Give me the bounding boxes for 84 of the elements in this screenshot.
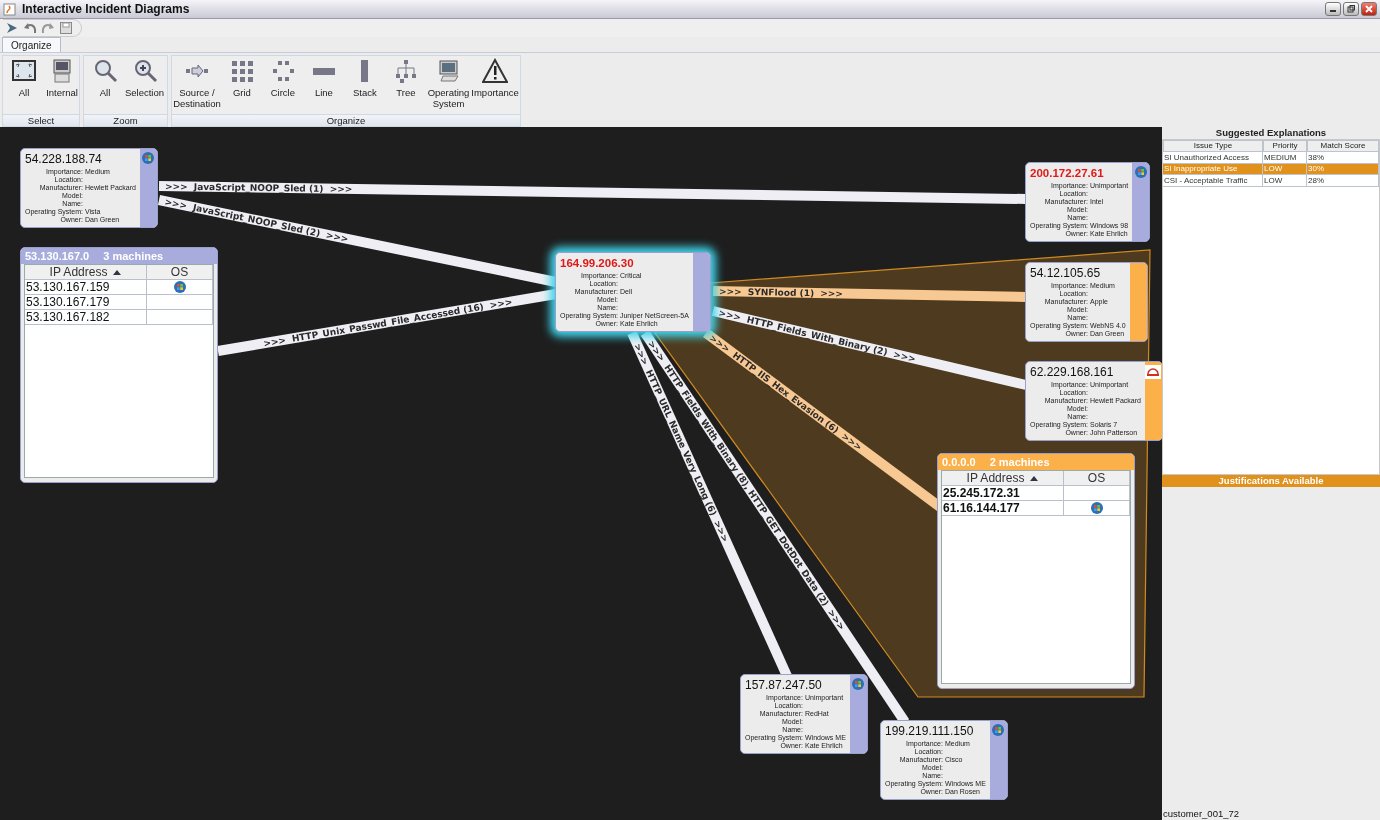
subnet-label: 0.0.0.0 [942, 456, 976, 468]
status-banner: Justifications Available [1162, 475, 1380, 487]
table-cell: 25.245.172.31 [942, 486, 1064, 500]
ribbon-button[interactable]: Line [306, 58, 341, 98]
group-label: Organize [172, 114, 520, 126]
node-title: 62.229.168.161 [1030, 365, 1115, 379]
sort-arrow-icon [113, 269, 122, 275]
ribbon-button[interactable]: All [88, 58, 122, 98]
edge-label: >>> SYNFlood (1) >>> [718, 286, 844, 299]
column-header[interactable]: Match Score [1307, 140, 1379, 152]
column-header[interactable]: Priority [1263, 140, 1307, 152]
column-header[interactable]: IP Address [25, 265, 147, 279]
table-cell: CSI - Acceptable Traffic [1163, 174, 1263, 187]
table-row[interactable]: CSI - Acceptable Traffic LOW 28% [1163, 174, 1379, 186]
column-header[interactable]: Issue Type [1163, 140, 1263, 152]
restore-icon [1347, 5, 1355, 13]
minimize-button[interactable] [1325, 2, 1341, 16]
header-text: OS [170, 265, 189, 279]
group-label: Zoom [84, 114, 167, 126]
header-text: IP Address [49, 265, 108, 279]
redo-icon [41, 21, 55, 35]
node-title: 54.12.105.65 [1030, 266, 1102, 280]
table-cell: 38% [1307, 151, 1379, 164]
table-row[interactable]: SI Unauthorized Access MEDIUM 38% [1163, 151, 1379, 163]
table-cell: SI Inappropriate Use [1163, 163, 1263, 175]
os-logo-icon [1134, 166, 1147, 178]
stack-icon [361, 60, 369, 82]
table-cell: 53.130.167.182 [25, 310, 147, 324]
ribbon-button[interactable]: Selection [126, 58, 163, 98]
group-label: Select [3, 114, 79, 126]
table-cell: 53.130.167.179 [25, 295, 147, 309]
table-cell: MEDIUM [1263, 151, 1307, 164]
header-text: OS [1087, 471, 1106, 485]
arrow-icon [5, 21, 19, 35]
node-title: 200.172.27.61 [1030, 166, 1105, 180]
ribbon-button[interactable]: Tree [388, 58, 423, 98]
close-icon [1365, 5, 1373, 13]
close-button[interactable] [1361, 2, 1377, 16]
ribbon-button[interactable]: Stack [347, 58, 382, 98]
edge-label: >>> JavaScript_NOOP_Sled (1) >>> [164, 181, 353, 195]
header-text: IP Address [966, 471, 1025, 485]
column-header[interactable]: IP Address [942, 471, 1064, 485]
node-title: 199.219.111.150 [885, 724, 975, 738]
column-header[interactable]: OS [147, 265, 213, 279]
ribbon-button[interactable]: Internal [45, 58, 79, 98]
os-logo-icon [1091, 502, 1103, 514]
warning-icon [482, 58, 509, 84]
app-icon [3, 2, 16, 16]
window-title: Interactive Incident Diagrams [22, 2, 191, 16]
table-cell: 61.16.144.177 [942, 501, 1064, 515]
undo-button[interactable] [23, 21, 37, 35]
node-title: 164.99.206.30 [560, 256, 635, 270]
ribbon-button[interactable]: Operating System [429, 58, 468, 109]
undo-icon [23, 21, 37, 35]
ribbon-button[interactable]: All [7, 58, 41, 98]
ribbon-button[interactable]: Circle [265, 58, 300, 98]
table-cell: LOW [1263, 174, 1307, 187]
ribbon-tab[interactable]: Organize [2, 37, 61, 52]
table-cell: SI Unauthorized Access [1163, 151, 1263, 164]
ribbon-button[interactable]: Grid [224, 58, 259, 98]
machine-count: 3 machines [103, 250, 164, 262]
arrow-button[interactable] [5, 21, 19, 35]
table-cell: 30% [1307, 163, 1379, 175]
os-logo-icon [992, 724, 1005, 736]
save-icon [59, 21, 73, 35]
column-header[interactable]: OS [1064, 471, 1130, 485]
os-logo-icon [852, 678, 865, 690]
table-cell: LOW [1263, 163, 1307, 175]
table-cell: 53.130.167.159 [25, 280, 147, 294]
save-button[interactable] [59, 21, 73, 35]
sort-arrow-icon [1030, 475, 1039, 481]
node-title: 157.87.247.50 [745, 678, 823, 692]
os-logo-icon [174, 281, 186, 293]
magnifier-icon [92, 58, 118, 84]
panel-title: Suggested Explanations [1214, 127, 1328, 139]
os-logo-icon [142, 152, 155, 164]
bar-icon [312, 67, 335, 75]
footer-text: customer_001_72 [1162, 808, 1240, 820]
subnet-label: 53.130.167.0 [25, 250, 90, 262]
frame-icon [11, 58, 37, 84]
node-title: 54.228.188.74 [25, 152, 103, 166]
table-cell: 28% [1307, 174, 1379, 187]
restore-button[interactable] [1343, 2, 1359, 16]
machine-count: 2 machines [989, 456, 1050, 468]
